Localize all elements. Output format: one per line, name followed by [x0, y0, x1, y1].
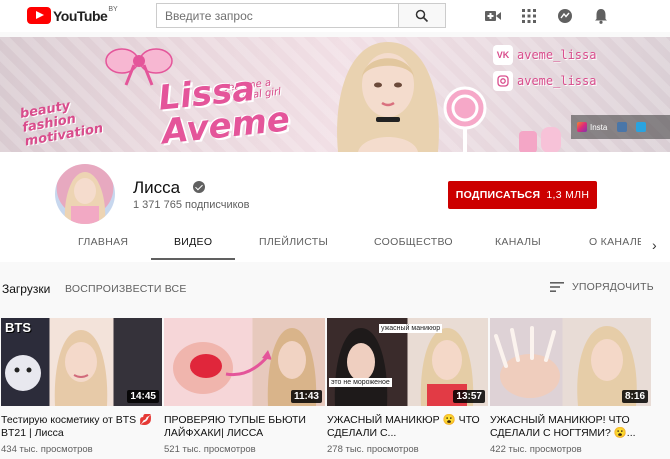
section-title: Загрузки	[2, 282, 51, 296]
video-thumbnail[interactable]: 11:43	[164, 318, 325, 406]
telegram-link-icon[interactable]	[636, 122, 647, 132]
channel-avatar[interactable]	[55, 164, 115, 224]
notifications-bell-icon[interactable]	[592, 7, 610, 25]
video-card[interactable]: 11:43 ПРОВЕРЯЮ ТУПЫЕ БЬЮТИ ЛАЙФХАКИ| ЛИС…	[164, 318, 325, 455]
banner-girl-illustration	[337, 42, 439, 152]
banner-title: Lissa Aveme	[156, 68, 291, 152]
tab-home[interactable]: ГЛАВНАЯ	[78, 236, 128, 262]
nails-hand-icon	[494, 326, 560, 398]
video-card[interactable]: BTS 14:45 Тестирую косметику от BTS 💋 BT…	[1, 318, 162, 455]
avatar-portrait-icon	[64, 172, 106, 224]
video-duration: 13:57	[453, 390, 485, 403]
video-duration: 14:45	[127, 390, 159, 403]
search-icon	[415, 9, 429, 22]
sort-button[interactable]: УПОРЯДОЧИТЬ	[550, 281, 654, 293]
vk-icon: VK	[493, 45, 513, 65]
banner-instagram: aveme_lissa	[493, 71, 596, 91]
bt21-characters-icon	[5, 355, 41, 391]
video-duration: 11:43	[290, 390, 322, 403]
verified-check-icon	[193, 181, 205, 193]
subscribe-count: 1,3 МЛН	[546, 189, 590, 201]
video-duration: 8:16	[621, 390, 648, 403]
logo-word: YouTube	[53, 7, 108, 24]
youtube-play-icon	[27, 7, 51, 24]
tab-about[interactable]: О КАНАЛЕ	[589, 236, 641, 262]
channel-header: Лисса 1 371 765 подписчиков ПОДПИСАТЬСЯ …	[0, 152, 670, 262]
logo-region: BY	[108, 6, 118, 13]
instagram-handle: aveme_lissa	[517, 74, 597, 88]
vk-handle: aveme_lissa	[517, 48, 597, 62]
banner-social: VK aveme_lissa aveme_lissa	[493, 45, 596, 97]
video-card[interactable]: 8:16 УЖАСНЫЙ МАНИКЮР! ЧТО СДЕЛАЛИ С НОГТ…	[490, 318, 651, 455]
search-box	[156, 3, 446, 28]
banner-vk: VK aveme_lissa	[493, 45, 596, 65]
search-input[interactable]	[156, 3, 398, 28]
video-title[interactable]: Тестирую косметику от BTS 💋 BT21 | Лисса	[1, 414, 162, 440]
tab-community[interactable]: СООБЩЕСТВО	[374, 236, 453, 262]
instagram-link-label[interactable]: Insta	[590, 123, 607, 132]
instagram-link-icon[interactable]	[577, 122, 587, 132]
subscribe-button[interactable]: ПОДПИСАТЬСЯ 1,3 МЛН	[448, 181, 597, 209]
create-video-icon[interactable]	[484, 7, 502, 25]
video-thumbnail[interactable]: ужасный маникюр это не мороженое 13:57	[327, 318, 488, 406]
video-views: 434 тыс. просмотров	[1, 444, 93, 455]
tab-channels[interactable]: КАНАЛЫ	[495, 236, 541, 262]
thumbnail-caption: ужасный маникюр	[379, 324, 443, 333]
chevron-right-icon[interactable]: ›	[652, 237, 657, 253]
video-thumbnail[interactable]: BTS 14:45	[1, 318, 162, 406]
perfume-icon	[519, 127, 561, 152]
sort-icon	[550, 282, 564, 292]
vk-link-icon[interactable]	[617, 122, 628, 132]
youtube-logo[interactable]: YouTube BY	[27, 6, 118, 24]
video-title[interactable]: УЖАСНЫЙ МАНИКЮР 😮 ЧТО СДЕЛАЛИ С...	[327, 414, 488, 440]
sort-label: УПОРЯДОЧИТЬ	[572, 281, 654, 293]
channel-name: Лисса	[133, 178, 181, 197]
video-title[interactable]: ПРОВЕРЯЮ ТУПЫЕ БЬЮТИ ЛАЙФХАКИ| ЛИССА	[164, 414, 325, 440]
play-all-link[interactable]: ВОСПРОИЗВЕСТИ ВСЕ	[65, 283, 187, 295]
tab-playlists[interactable]: ПЛЕЙЛИСТЫ	[259, 236, 328, 262]
thumbnail-face-icon	[54, 330, 108, 406]
thumbnail-caption-2: это не мороженое	[329, 378, 392, 387]
instagram-icon	[493, 71, 513, 91]
video-views: 521 тыс. просмотров	[164, 444, 256, 455]
video-views: 422 тыс. просмотров	[490, 444, 582, 455]
banner-links: Insta	[571, 115, 670, 139]
thumbnail-face-icon	[334, 328, 388, 406]
channel-banner: beauty fashion motivation Become a magic…	[0, 37, 670, 152]
video-thumbnail[interactable]: 8:16	[490, 318, 651, 406]
subscriber-count: 1 371 765 подписчиков	[133, 199, 250, 211]
search-button[interactable]	[398, 3, 446, 28]
thumbnail-caption: BTS	[5, 320, 31, 335]
active-tab-indicator	[151, 258, 235, 260]
subscribe-label: ПОДПИСАТЬСЯ	[455, 189, 541, 201]
messages-icon[interactable]	[556, 7, 574, 25]
video-card[interactable]: ужасный маникюр это не мороженое 13:57 У…	[327, 318, 488, 455]
top-bar: YouTube BY	[0, 0, 670, 32]
video-views: 278 тыс. просмотров	[327, 444, 419, 455]
channel-tabs: ГЛАВНАЯ ВИДЕО ПЛЕЙЛИСТЫ СООБЩЕСТВО КАНАЛ…	[0, 232, 670, 262]
video-title[interactable]: УЖАСНЫЙ МАНИКЮР! ЧТО СДЕЛАЛИ С НОГТЯМИ? …	[490, 414, 651, 440]
apps-grid-icon[interactable]	[520, 7, 538, 25]
